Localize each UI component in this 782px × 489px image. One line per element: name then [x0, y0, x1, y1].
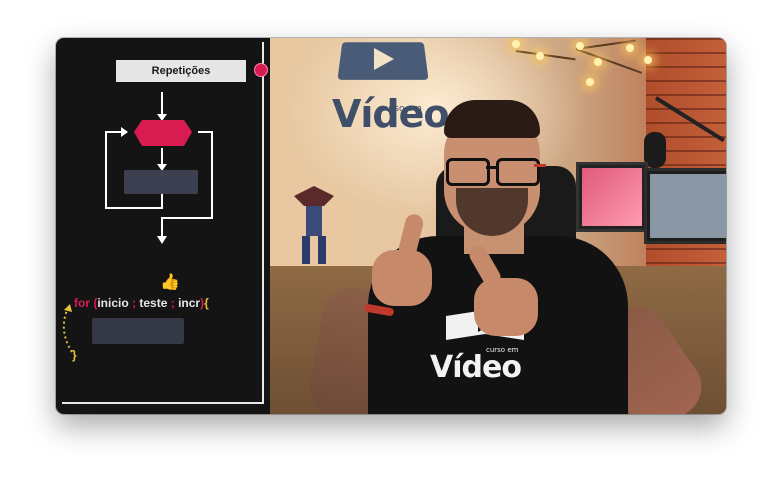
code-close-brace: }	[72, 348, 77, 362]
flowchart-hexagon	[134, 120, 192, 146]
hand-left	[372, 250, 432, 306]
loop-body-block	[92, 318, 184, 344]
code-semicolon-1: ;	[132, 296, 137, 310]
code-open-brace: {	[204, 296, 209, 310]
code-semicolon-2: ;	[170, 296, 175, 310]
thumbs-up-icon: 👍	[160, 272, 180, 291]
loop-flowchart	[105, 92, 213, 244]
code-init: inicio	[97, 296, 129, 310]
hand-right	[474, 278, 538, 336]
presenter: curso em Vídeo	[305, 78, 714, 414]
section-title-box: Repetições	[116, 60, 246, 82]
shirt-brand-text: Vídeo	[430, 350, 522, 385]
for-loop-code: for (inicio ; teste ; incr){	[74, 296, 209, 310]
glasses	[446, 158, 546, 186]
video-frame[interactable]: curso em Vídeo curso em Vídeo Repetições…	[56, 38, 726, 414]
code-incr: incr	[178, 296, 201, 310]
play-triangle-icon	[374, 48, 394, 70]
lesson-overlay-panel: Repetições 👍 for (inicio ; teste ; incr)…	[56, 38, 270, 414]
code-test: teste	[139, 296, 168, 310]
flowchart-process-block	[124, 170, 198, 194]
indicator-dot	[254, 63, 268, 77]
hair	[444, 100, 540, 138]
section-title: Repetições	[151, 65, 211, 77]
